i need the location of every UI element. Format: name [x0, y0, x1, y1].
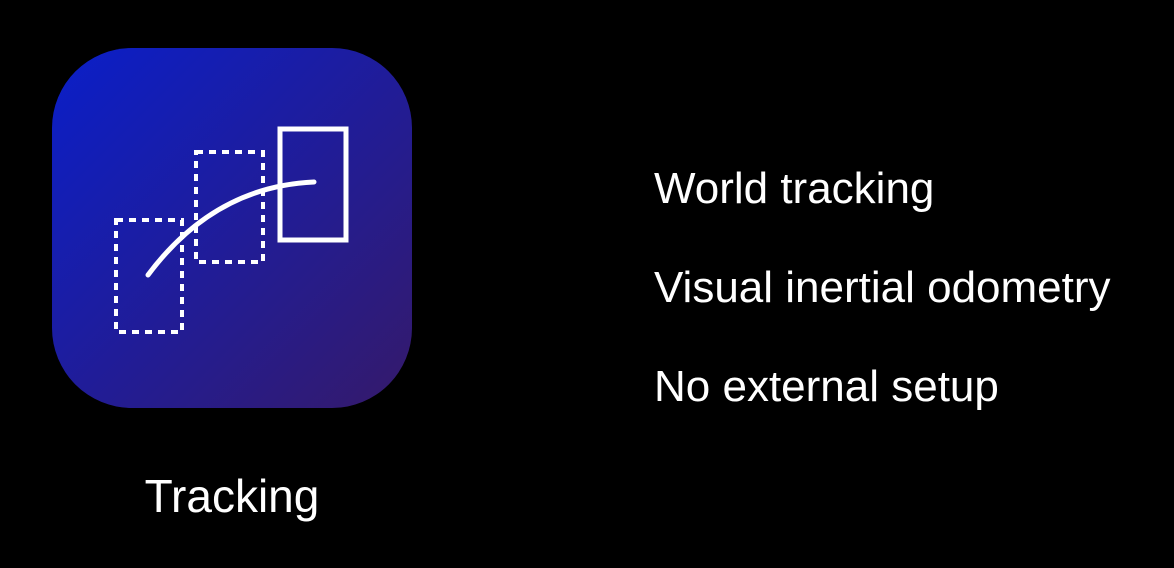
feature-no-external-setup: No external setup — [654, 362, 999, 411]
feature-visual-inertial-odometry: Visual inertial odometry — [654, 263, 1111, 312]
feature-list: World tracking Visual inertial odometry … — [654, 160, 1169, 457]
icon-background — [52, 48, 412, 408]
tracking-icon — [52, 48, 412, 408]
icon-caption: Tracking — [144, 470, 320, 522]
slide: Tracking World tracking Visual inertial … — [0, 0, 1174, 568]
tracking-icon-graphic — [52, 48, 412, 408]
feature-world-tracking: World tracking — [654, 164, 935, 213]
